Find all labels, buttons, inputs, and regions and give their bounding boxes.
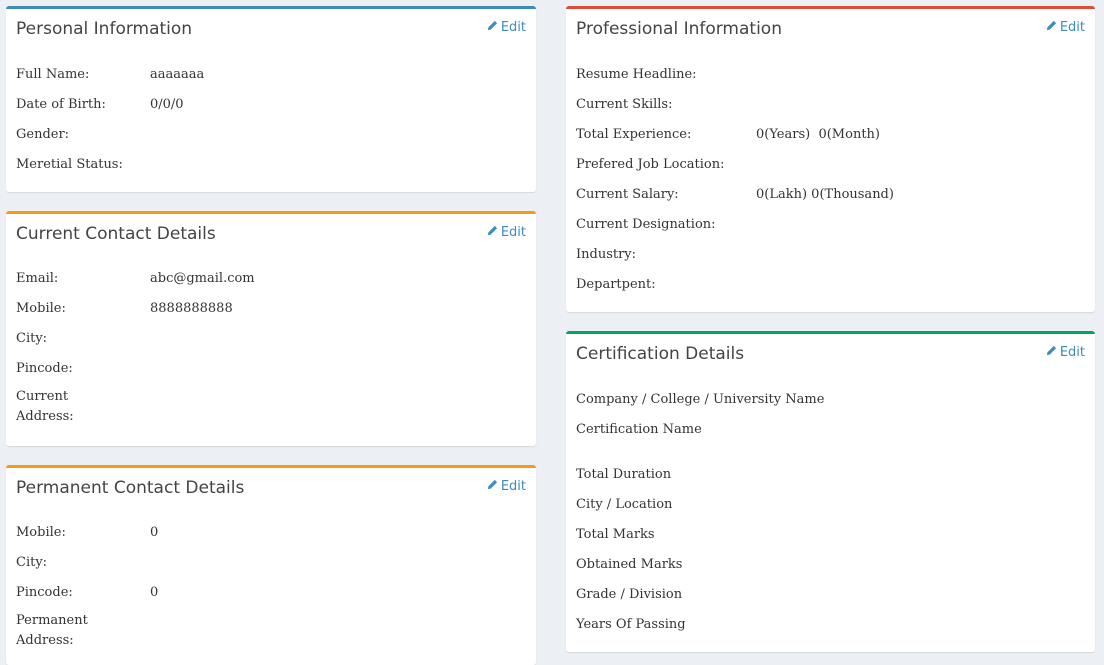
certification-details-card: Certification Details Edit Company / Col… <box>566 331 1095 652</box>
field-label: Years Of Passing <box>576 617 686 632</box>
current-contact-card: Current Contact Details Edit Email: abc@… <box>6 211 536 446</box>
edit-personal-button[interactable]: Edit <box>487 20 526 35</box>
field-label: Resume Headline: <box>576 67 697 82</box>
field-label: Email: <box>16 271 59 286</box>
field-label: Prefered Job Location: <box>576 157 725 172</box>
field-label: Current Salary: <box>576 187 679 202</box>
pencil-icon <box>1046 20 1057 35</box>
field-value: 8888888888 <box>150 301 233 316</box>
field-label: Obtained Marks <box>576 557 683 572</box>
field-label: Full Name: <box>16 67 90 82</box>
field-value: 0/0/0 <box>150 97 184 112</box>
professional-information-card: Professional Information Edit Resume Hea… <box>566 6 1095 312</box>
field-label: Mobile: <box>16 301 66 316</box>
permanent-contact-card: Permanent Contact Details Edit Mobile: 0… <box>6 465 536 665</box>
field-label: City: <box>16 555 48 570</box>
edit-label: Edit <box>500 20 526 35</box>
pencil-icon <box>487 20 498 35</box>
field-label: Current Address: <box>16 389 74 424</box>
field-value: 0 <box>150 585 159 600</box>
edit-professional-button[interactable]: Edit <box>1046 20 1085 35</box>
card-title: Certification Details <box>576 344 745 364</box>
card-title: Professional Information <box>576 19 782 39</box>
field-label: Grade / Division <box>576 587 683 602</box>
field-label: Pincode: <box>16 585 73 600</box>
edit-label: Edit <box>500 479 526 494</box>
edit-label: Edit <box>1059 345 1085 360</box>
field-label: City / Location <box>576 497 673 512</box>
field-value: 0(Lakh) 0(Thousand) <box>756 187 894 202</box>
field-label: Meretial Status: <box>16 157 123 172</box>
edit-label: Edit <box>500 225 526 240</box>
field-value: 0 <box>150 525 159 540</box>
card-title: Permanent Contact Details <box>16 478 245 498</box>
edit-certification-button[interactable]: Edit <box>1046 345 1085 360</box>
field-label: Total Duration <box>576 467 672 482</box>
pencil-icon <box>1046 345 1057 360</box>
field-value: aaaaaaa <box>150 67 205 82</box>
field-value: 0(Years) 0(Month) <box>756 127 880 142</box>
field-label: Departpent: <box>576 277 656 292</box>
field-label: Certification Name <box>576 422 702 437</box>
pencil-icon <box>487 225 498 240</box>
field-label: Current Skills: <box>576 97 673 112</box>
pencil-icon <box>487 479 498 494</box>
edit-permanent-contact-button[interactable]: Edit <box>487 479 526 494</box>
edit-current-contact-button[interactable]: Edit <box>487 225 526 240</box>
field-label: Gender: <box>16 127 70 142</box>
field-label: Total Marks <box>576 527 655 542</box>
field-label: Permanent Address: <box>16 613 88 648</box>
field-label: Industry: <box>576 247 637 262</box>
card-title: Current Contact Details <box>16 224 216 244</box>
field-label: Company / College / University Name <box>576 392 825 407</box>
field-label: Total Experience: <box>576 127 692 142</box>
field-label: Date of Birth: <box>16 97 106 112</box>
edit-label: Edit <box>1059 20 1085 35</box>
field-label: Mobile: <box>16 525 66 540</box>
field-label: Current Designation: <box>576 217 716 232</box>
card-title: Personal Information <box>16 19 193 39</box>
field-value: abc@gmail.com <box>150 271 255 286</box>
field-label: City: <box>16 331 48 346</box>
personal-information-card: Personal Information Edit Full Name: aaa… <box>6 6 536 192</box>
field-label: Pincode: <box>16 361 73 376</box>
